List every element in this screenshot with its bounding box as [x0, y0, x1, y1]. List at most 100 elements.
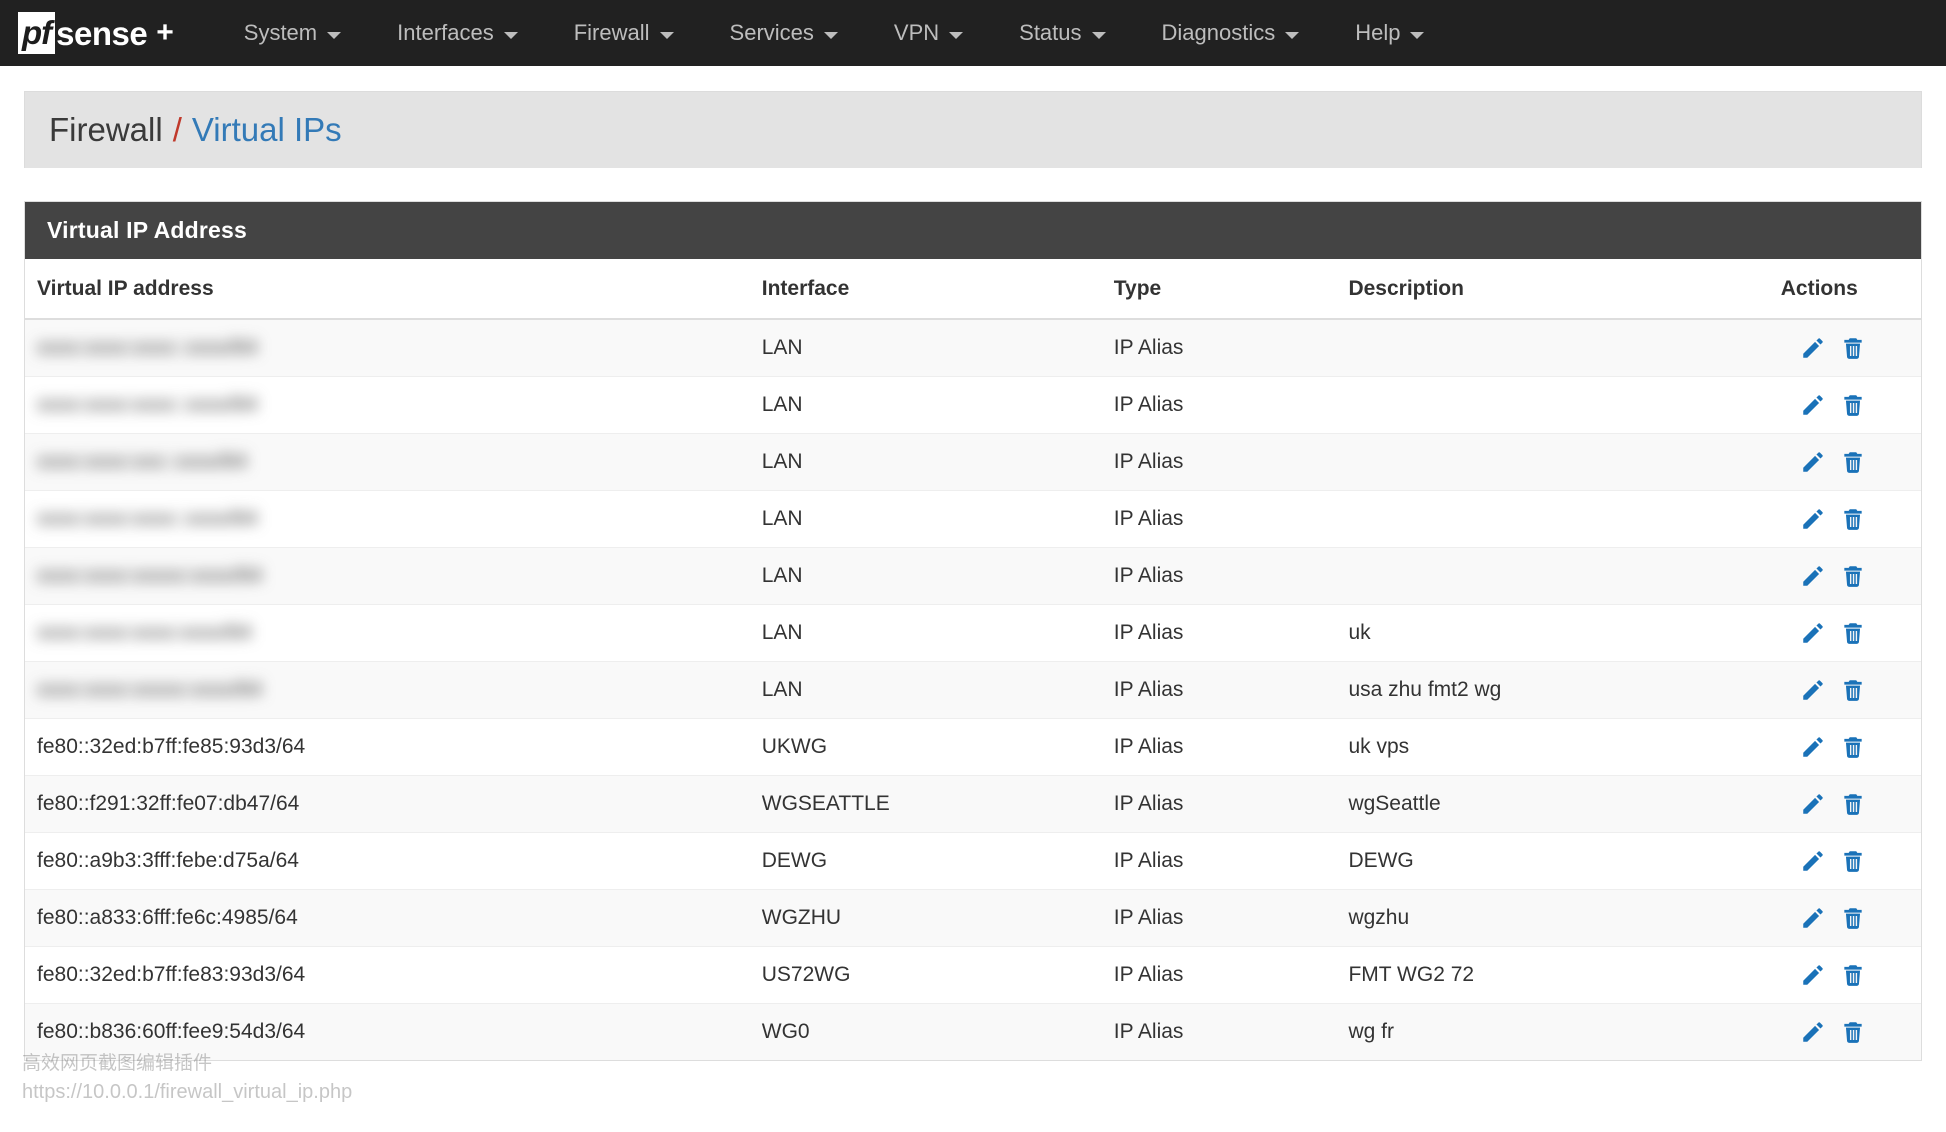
- cell-interface: LAN: [753, 433, 1106, 491]
- trash-icon[interactable]: [1840, 506, 1866, 532]
- cell-virtual-ip: fe80::b836:60ff:fee9:54d3/64: [25, 1003, 754, 1060]
- cell-virtual-ip: xxxx:xxxx:xxxx::xxxx/64: [25, 490, 754, 548]
- pencil-icon[interactable]: [1800, 791, 1826, 817]
- pencil-icon[interactable]: [1800, 449, 1826, 475]
- table-row[interactable]: fe80::f291:32ff:fe07:db47/64 WGSEATTLE IP …: [25, 775, 1921, 833]
- row-action-group: [1781, 848, 1866, 874]
- pencil-icon[interactable]: [1800, 620, 1826, 646]
- trash-icon[interactable]: [1840, 392, 1866, 418]
- pencil-icon[interactable]: [1800, 335, 1826, 361]
- chevron-down-icon: [503, 31, 518, 39]
- cell-actions: [1772, 376, 1921, 434]
- table-row[interactable]: fe80::32ed:b7ff:fe83:93d3/64 US72WG IP Ali…: [25, 946, 1921, 1004]
- breadcrumb-leaf[interactable]: Virtual IPs: [192, 111, 342, 149]
- column-header-description[interactable]: Description: [1340, 259, 1773, 320]
- virtual-ip-value: fe80::32ed:b7ff:fe85:93d3/64: [37, 735, 306, 758]
- table-row[interactable]: fe80::b836:60ff:fee9:54d3/64 WG0 IP Alias w…: [25, 1003, 1921, 1060]
- table-row[interactable]: xxxx:xxxx:xxxxx:xxxx/64 LAN IP Alias usa zh…: [25, 661, 1921, 719]
- table-row[interactable]: xxxx:xxxx:xxxx:xxxx/64 LAN IP Alias uk: [25, 604, 1921, 662]
- cell-description: DEWG: [1340, 832, 1773, 890]
- trash-icon[interactable]: [1840, 335, 1866, 361]
- breadcrumb-root[interactable]: Firewall: [49, 111, 163, 149]
- pencil-icon[interactable]: [1800, 734, 1826, 760]
- trash-icon[interactable]: [1840, 1019, 1866, 1045]
- pencil-icon[interactable]: [1800, 506, 1826, 532]
- cell-virtual-ip: fe80::a833:6fff:fe6c:4985/64: [25, 889, 754, 947]
- pencil-icon[interactable]: [1800, 962, 1826, 988]
- pencil-icon[interactable]: [1800, 905, 1826, 931]
- virtual-ip-redacted: xxxx:xxxx:xxxx::xxxx/64: [37, 336, 258, 359]
- cell-type: IP Alias: [1105, 376, 1341, 434]
- trash-icon[interactable]: [1840, 563, 1866, 589]
- nav-item-firewall[interactable]: Firewall: [546, 0, 702, 66]
- nav-item-diagnostics[interactable]: Diagnostics: [1134, 0, 1328, 66]
- table-row[interactable]: fe80::a833:6fff:fe6c:4985/64 WGZHU IP Alia…: [25, 889, 1921, 947]
- pencil-icon[interactable]: [1800, 392, 1826, 418]
- trash-icon[interactable]: [1840, 734, 1866, 760]
- trash-icon[interactable]: [1840, 620, 1866, 646]
- pencil-icon[interactable]: [1800, 1019, 1826, 1045]
- table-row[interactable]: xxxx:xxxx:xxxx::xxxx/64 LAN IP Alias: [25, 318, 1921, 377]
- virtual-ip-value: fe80::a9b3:3fff:febe:d75a/64: [37, 849, 299, 872]
- cell-virtual-ip: xxxx:xxxx:xxx::xxxx/64: [25, 433, 754, 491]
- cell-interface: WG0: [753, 1003, 1106, 1060]
- table-row[interactable]: xxxx:xxxx:xxxxx:xxxx/64 LAN IP Alias: [25, 547, 1921, 605]
- nav-item-interfaces[interactable]: Interfaces: [369, 0, 546, 66]
- table-row[interactable]: xxxx:xxxx:xxxx::xxxx/64 LAN IP Alias: [25, 376, 1921, 434]
- table-row[interactable]: fe80::32ed:b7ff:fe85:93d3/64 UKWG IP Alias…: [25, 718, 1921, 776]
- pencil-icon[interactable]: [1800, 848, 1826, 874]
- pencil-icon[interactable]: [1800, 677, 1826, 703]
- cell-type: IP Alias: [1105, 889, 1341, 947]
- panel-title: Virtual IP Address: [25, 202, 1921, 259]
- cell-description: [1340, 433, 1773, 491]
- cell-type: IP Alias: [1105, 661, 1341, 719]
- table-row[interactable]: fe80::a9b3:3fff:febe:d75a/64 DEWG IP Alias…: [25, 832, 1921, 890]
- trash-icon[interactable]: [1840, 677, 1866, 703]
- row-action-group: [1781, 677, 1866, 703]
- trash-icon[interactable]: [1840, 848, 1866, 874]
- column-header-interface[interactable]: Interface: [753, 259, 1106, 320]
- nav-item-vpn[interactable]: VPN: [866, 0, 991, 66]
- cell-virtual-ip: fe80::f291:32ff:fe07:db47/64: [25, 775, 754, 833]
- row-action-group: [1781, 905, 1866, 931]
- cell-description: uk: [1340, 604, 1773, 662]
- nav-item-status[interactable]: Status: [991, 0, 1133, 66]
- cell-interface: UKWG: [753, 718, 1106, 776]
- cell-description: [1340, 318, 1773, 377]
- trash-icon[interactable]: [1840, 905, 1866, 931]
- virtual-ip-redacted: xxxx:xxxx:xxxxx:xxxx/64: [37, 678, 263, 701]
- row-action-group: [1781, 791, 1866, 817]
- column-header-type[interactable]: Type: [1105, 259, 1341, 320]
- row-action-group: [1781, 449, 1866, 475]
- cell-description: [1340, 547, 1773, 605]
- row-action-group: [1781, 335, 1866, 361]
- cell-type: IP Alias: [1105, 433, 1341, 491]
- row-action-group: [1781, 506, 1866, 532]
- table-row[interactable]: xxxx:xxxx:xxx::xxxx/64 LAN IP Alias: [25, 433, 1921, 491]
- cell-type: IP Alias: [1105, 604, 1341, 662]
- nav-label: Status: [1019, 20, 1082, 45]
- cell-type: IP Alias: [1105, 547, 1341, 605]
- chevron-down-icon: [823, 31, 838, 39]
- cell-type: IP Alias: [1105, 490, 1341, 548]
- pfsense-logo[interactable]: pf sense +: [18, 12, 174, 54]
- nav-item-system[interactable]: System: [216, 0, 369, 66]
- cell-interface: LAN: [753, 604, 1106, 662]
- virtual-ip-value: fe80::f291:32ff:fe07:db47/64: [37, 792, 300, 815]
- trash-icon[interactable]: [1840, 962, 1866, 988]
- cell-actions: [1772, 318, 1921, 377]
- top-navbar: pf sense + System Interfaces Firewall Se…: [0, 0, 1946, 66]
- trash-icon[interactable]: [1840, 791, 1866, 817]
- nav-item-help[interactable]: Help: [1327, 0, 1452, 66]
- cell-description: wgzhu: [1340, 889, 1773, 947]
- nav-label: System: [243, 20, 318, 45]
- column-header-virtual-ip[interactable]: Virtual IP address: [25, 259, 754, 320]
- cell-actions: [1772, 661, 1921, 719]
- cell-actions: [1772, 889, 1921, 947]
- trash-icon[interactable]: [1840, 449, 1866, 475]
- pencil-icon[interactable]: [1800, 563, 1826, 589]
- chevron-down-icon: [659, 31, 674, 39]
- nav-item-services[interactable]: Services: [702, 0, 866, 66]
- table-header-row: Virtual IP address Interface Type Descri…: [25, 259, 1921, 320]
- table-row[interactable]: xxxx:xxxx:xxxx::xxxx/64 LAN IP Alias: [25, 490, 1921, 548]
